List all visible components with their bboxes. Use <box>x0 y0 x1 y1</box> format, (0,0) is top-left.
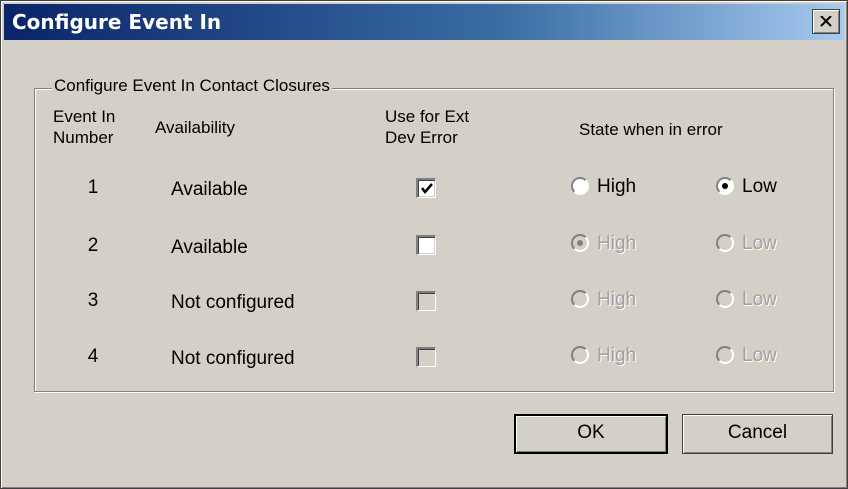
row-2-high-radio <box>571 234 589 252</box>
header-event-in-line1: Event In <box>53 107 116 126</box>
ok-button[interactable]: OK <box>514 414 668 454</box>
row-1-use-checkbox[interactable] <box>416 178 436 198</box>
row-3-number: 3 <box>87 290 99 311</box>
row-2-use-checkbox[interactable] <box>416 235 436 255</box>
row-1-high-radio[interactable] <box>571 177 589 195</box>
row-4-use-checkbox <box>416 347 436 367</box>
row-2-low-label: Low <box>742 233 777 254</box>
row-3-availability: Not configured <box>171 292 295 313</box>
checkmark-icon <box>421 183 433 194</box>
row-1-low-radio[interactable] <box>716 177 734 195</box>
row-1-availability: Available <box>171 179 248 200</box>
header-use-line2: Dev Error <box>385 128 458 147</box>
close-button[interactable] <box>812 9 840 34</box>
close-x-icon <box>820 16 832 27</box>
row-4-low-label: Low <box>742 345 777 366</box>
row-4-high-label: High <box>597 345 637 366</box>
row-1-high-label[interactable]: High <box>597 176 636 198</box>
groupbox-legend: Configure Event In Contact Closures <box>52 76 332 96</box>
row-4-availability: Not configured <box>171 348 295 369</box>
header-state-when-in-error: State when in error <box>579 120 723 139</box>
title-bar[interactable]: Configure Event In <box>4 4 844 40</box>
row-4-number: 4 <box>87 346 99 367</box>
header-use-line1: Use for Ext <box>385 107 470 126</box>
row-2-number: 2 <box>87 235 99 256</box>
row-3-low-radio <box>716 290 734 308</box>
row-1-low-label[interactable]: Low <box>742 176 777 198</box>
row-2-availability: Available <box>171 237 248 258</box>
row-4-high-radio <box>571 346 589 364</box>
radio-selected-dot <box>577 240 583 246</box>
cancel-button[interactable]: Cancel <box>682 414 833 454</box>
row-4-low-radio <box>716 346 734 364</box>
row-1-number: 1 <box>87 177 99 198</box>
row-2-high-label: High <box>597 233 637 254</box>
window-title: Configure Event In <box>12 10 222 34</box>
row-3-high-radio <box>571 290 589 308</box>
configure-event-in-dialog: Configure Event In Configure Event In Co… <box>0 0 848 489</box>
row-3-low-label: Low <box>742 289 777 310</box>
header-availability: Availability <box>155 118 236 137</box>
header-event-in-line2: Number <box>53 128 114 147</box>
row-3-use-checkbox <box>416 291 436 311</box>
row-3-high-label: High <box>597 289 637 310</box>
row-2-low-radio <box>716 234 734 252</box>
radio-selected-dot <box>722 183 728 189</box>
